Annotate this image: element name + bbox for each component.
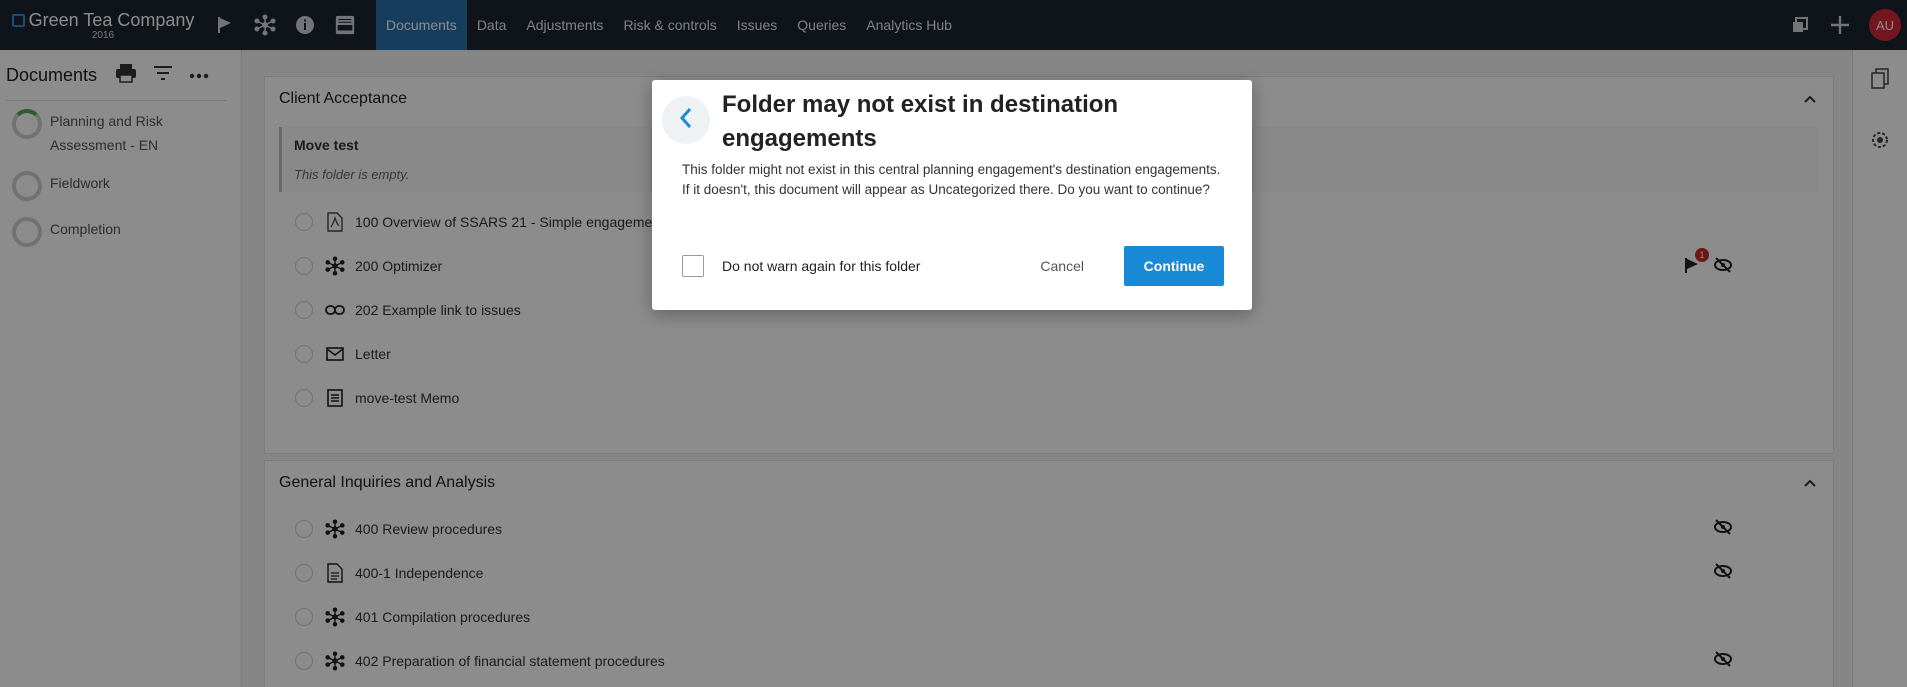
dialog-title: Folder may not exist in destination enga… (722, 91, 1119, 152)
do-not-warn-checkbox[interactable] (682, 255, 704, 277)
chevron-left-icon (678, 107, 694, 134)
back-button[interactable] (662, 96, 710, 144)
continue-button[interactable]: Continue (1124, 246, 1224, 286)
dialog-message: This folder might not exist in this cent… (682, 162, 1221, 197)
do-not-warn-label: Do not warn again for this folder (722, 258, 921, 274)
warning-dialog: Folder may not exist in destination enga… (652, 80, 1252, 310)
cancel-button[interactable]: Cancel (1040, 258, 1084, 274)
